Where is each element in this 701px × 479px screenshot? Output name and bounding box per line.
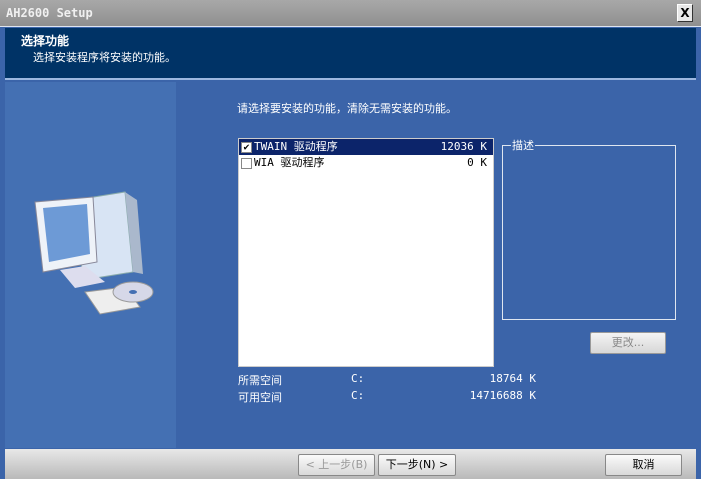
available-space-drive: C:	[351, 389, 365, 402]
page-subtitle: 选择安装程序将安装的功能。	[33, 51, 176, 64]
button-bar: < 上一步(B) 下一步(N) > 取消	[5, 449, 696, 479]
instruction-text: 请选择要安装的功能，清除无需安装的功能。	[237, 102, 457, 115]
required-space-label: 所需空间	[238, 374, 282, 387]
feature-item-twain[interactable]: ✔ TWAIN 驱动程序 12036 K	[239, 139, 493, 155]
change-button[interactable]: 更改...	[590, 332, 666, 354]
required-space-value: 18764 K	[489, 372, 536, 385]
available-space-value: 14716688 K	[469, 389, 536, 402]
window-title: AH2600 Setup	[6, 6, 93, 20]
page-title: 选择功能	[21, 34, 70, 48]
feature-panel: 请选择要安装的功能，清除无需安装的功能。 ✔ TWAIN 驱动程序 12036 …	[176, 82, 696, 448]
back-button[interactable]: < 上一步(B)	[298, 454, 375, 476]
page-header: 选择功能 选择安装程序将安装的功能。	[5, 28, 696, 80]
feature-name: TWAIN 驱动程序	[254, 140, 338, 153]
feature-list[interactable]: ✔ TWAIN 驱动程序 12036 K WIA 驱动程序 0 K	[238, 138, 494, 367]
checkbox-unchecked-icon[interactable]	[241, 158, 252, 169]
side-graphic	[5, 82, 176, 448]
available-space-label: 可用空间	[238, 391, 282, 404]
cancel-button[interactable]: 取消	[605, 454, 682, 476]
computer-icon	[34, 191, 154, 315]
description-group: 描述	[502, 137, 676, 320]
required-space-drive: C:	[351, 372, 365, 385]
next-button[interactable]: 下一步(N) >	[378, 454, 456, 476]
feature-size: 0 K	[467, 156, 487, 169]
close-button[interactable]: X	[677, 4, 693, 22]
checkbox-checked-icon[interactable]: ✔	[241, 142, 252, 153]
feature-name: WIA 驱动程序	[254, 156, 325, 169]
title-bar: AH2600 Setup X	[0, 0, 701, 27]
feature-size: 12036 K	[440, 140, 487, 153]
feature-item-wia[interactable]: WIA 驱动程序 0 K	[239, 155, 493, 171]
description-label: 描述	[511, 137, 535, 153]
